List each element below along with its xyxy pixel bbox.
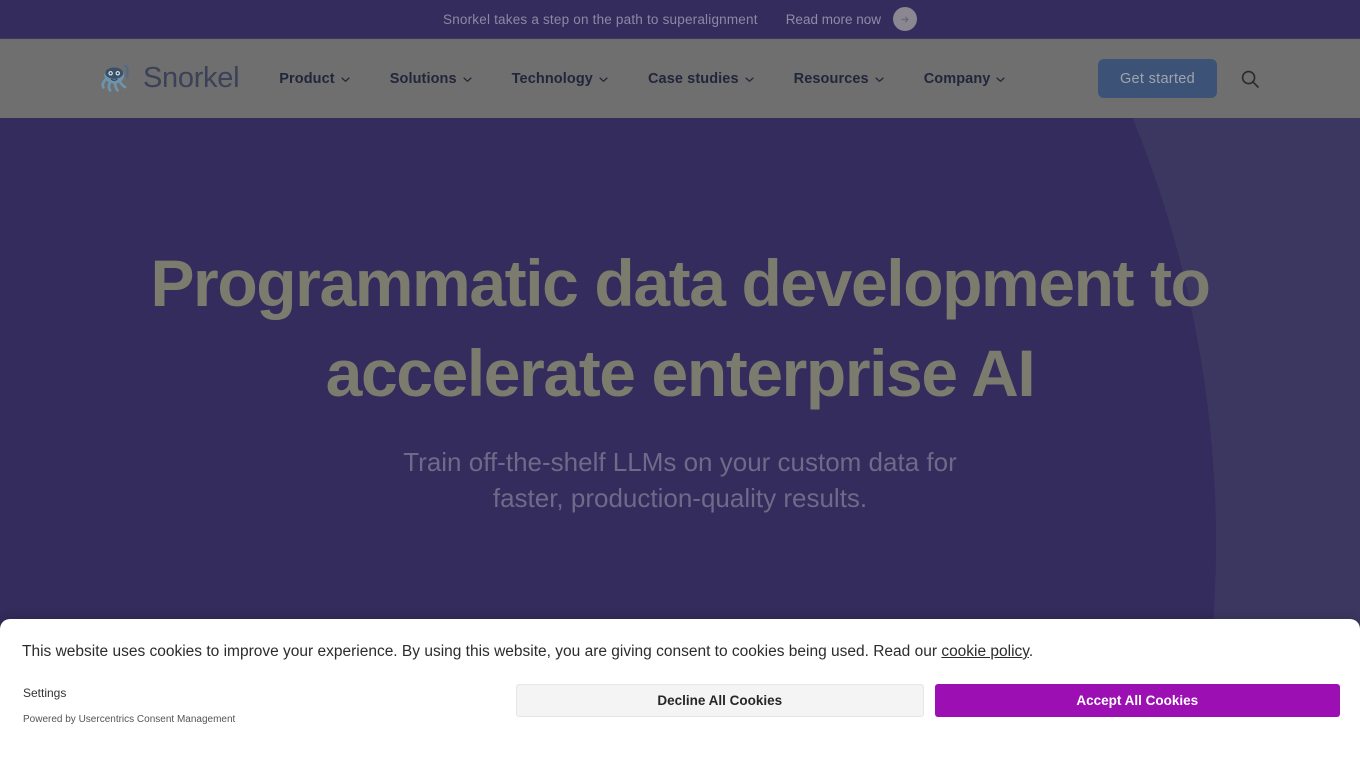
announcement-text: Snorkel takes a step on the path to supe… [442, 11, 758, 27]
cookie-message: This website uses cookies to improve you… [22, 641, 1340, 663]
brand-home-link[interactable]: Snorkel [98, 62, 240, 96]
cookie-actions-row: Settings Powered by Usercentrics Consent… [22, 684, 1340, 725]
search-icon[interactable] [1239, 68, 1261, 90]
nav-item-solutions[interactable]: Solutions [370, 71, 492, 87]
get-started-button[interactable]: Get started [1097, 59, 1217, 98]
nav-item-label: Resources [793, 70, 869, 87]
cookie-buttons: Decline All Cookies Accept All Cookies [516, 684, 1340, 717]
decline-all-cookies-button[interactable]: Decline All Cookies [516, 684, 924, 717]
nav-item-label: Technology [511, 70, 593, 87]
chevron-down-icon [463, 76, 472, 82]
chevron-down-icon [341, 76, 350, 82]
brand-wordmark: Snorkel [143, 62, 240, 94]
nav-item-technology[interactable]: Technology [492, 71, 628, 87]
page-title: Programmatic data development to acceler… [120, 238, 1240, 418]
hero-subtitle-line-2: faster, production-quality results. [492, 483, 868, 513]
nav-item-product[interactable]: Product [259, 71, 369, 87]
nav-links-list: Product Solutions Technology Case studie… [259, 71, 1025, 87]
nav-right-actions: Get started [1097, 59, 1261, 98]
nav-item-label: Case studies [647, 70, 739, 87]
announcement-read-more-link[interactable]: Read more now [786, 12, 881, 27]
cookie-policy-link[interactable]: cookie policy [941, 643, 1029, 660]
hero-title-line-1: Programmatic data development to [150, 246, 1211, 320]
hero-subtitle-line-1: Train off-the-shelf LLMs on your custom … [403, 447, 957, 477]
snorkel-octopus-logo [98, 62, 134, 96]
announcement-cta[interactable]: Read more now [786, 7, 917, 31]
announcement-bar: Snorkel takes a step on the path to supe… [0, 0, 1360, 39]
cookie-settings-link[interactable]: Settings [23, 686, 66, 700]
chevron-down-icon [599, 76, 608, 82]
nav-item-label: Company [923, 70, 991, 87]
main-navigation: Snorkel Product Solutions Technology Cas… [0, 39, 1360, 118]
cookie-meta: Settings Powered by Usercentrics Consent… [22, 684, 516, 725]
nav-item-label: Solutions [389, 70, 457, 87]
hero-content: Programmatic data development to acceler… [0, 118, 1360, 516]
accept-all-cookies-button[interactable]: Accept All Cookies [934, 684, 1340, 717]
cookie-message-text: This website uses cookies to improve you… [22, 643, 942, 660]
nav-item-resources[interactable]: Resources [774, 71, 904, 87]
cookie-message-period: . [1028, 643, 1034, 660]
chevron-down-icon [996, 76, 1006, 82]
hero-subtitle: Train off-the-shelf LLMs on your custom … [0, 444, 1360, 516]
arrow-right-circle-icon[interactable] [893, 7, 917, 31]
chevron-down-icon [745, 76, 754, 82]
nav-item-label: Product [279, 70, 335, 87]
chevron-down-icon [875, 76, 884, 82]
cookie-consent-banner: This website uses cookies to improve you… [0, 619, 1360, 764]
hero-title-line-2: accelerate enterprise AI [325, 336, 1036, 410]
nav-item-company[interactable]: Company [904, 71, 1026, 87]
nav-item-case-studies[interactable]: Case studies [628, 71, 774, 87]
cookie-powered-by: Powered by Usercentrics Consent Manageme… [23, 714, 236, 725]
